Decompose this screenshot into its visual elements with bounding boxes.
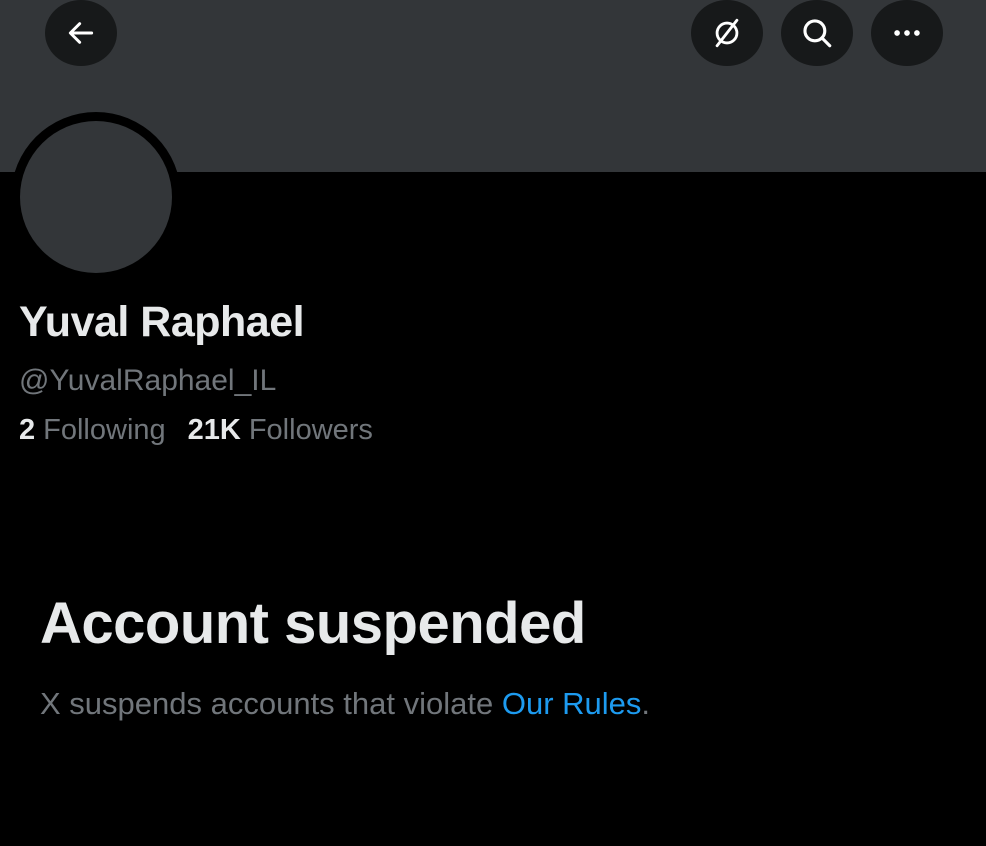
followers-count: 21K	[187, 414, 241, 446]
grok-icon	[715, 18, 739, 48]
more-icon	[894, 30, 920, 36]
arrow-left-icon	[68, 22, 94, 44]
more-button[interactable]	[871, 0, 943, 66]
following-label: Following	[43, 414, 166, 446]
our-rules-link[interactable]: Our Rules	[502, 686, 642, 721]
following-count: 2	[19, 414, 36, 446]
display-name: Yuval Raphael	[19, 298, 305, 346]
suspended-text: X suspends accounts that violate	[40, 686, 502, 721]
avatar[interactable]	[20, 121, 172, 273]
search-icon	[803, 19, 832, 48]
suspended-title: Account suspended	[40, 591, 586, 656]
grok-button[interactable]	[691, 0, 763, 66]
followers-link[interactable]: 21K Followers	[188, 414, 373, 447]
suspended-trailing: .	[641, 686, 651, 721]
avatar-border	[11, 112, 181, 282]
search-button[interactable]	[781, 0, 853, 66]
following-link[interactable]: 2 Following	[19, 414, 166, 447]
suspended-message: X suspends accounts that violate Our Rul…	[40, 686, 650, 722]
follow-stats: 2 Following 21K Followers	[19, 414, 373, 447]
back-button[interactable]	[45, 0, 117, 66]
user-handle: @YuvalRaphael_IL	[19, 364, 277, 397]
followers-label: Followers	[248, 414, 373, 446]
